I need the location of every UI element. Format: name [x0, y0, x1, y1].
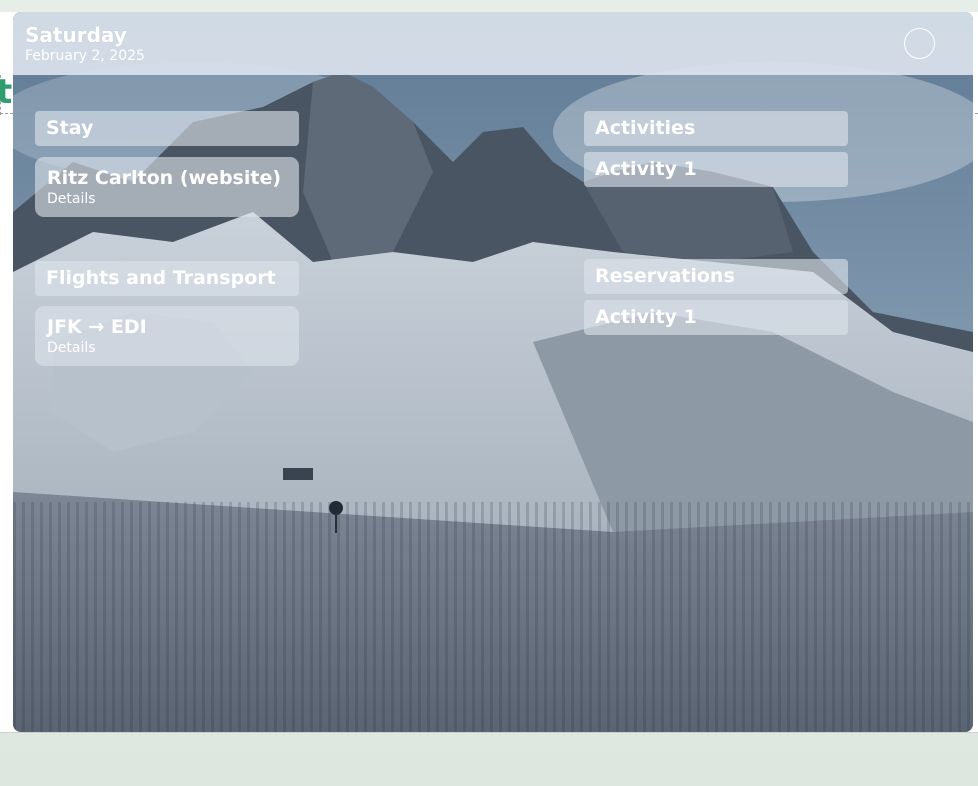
- flight-title[interactable]: JFK → EDI: [47, 314, 287, 340]
- underlying-page-title-fragment: t: [0, 72, 13, 112]
- modal-header: Saturday February 2, 2025: [13, 12, 973, 75]
- stay-title[interactable]: Ritz Carlton (website): [47, 165, 287, 191]
- reservation-item[interactable]: Activity 1: [584, 300, 848, 335]
- reservations-heading: Reservations: [584, 259, 848, 294]
- flight-details-link[interactable]: Details: [47, 340, 287, 356]
- close-circle-button[interactable]: [904, 28, 935, 59]
- day-detail-modal: Saturday February 2, 2025 Stay Ritz Carl…: [13, 12, 973, 732]
- day-title: Saturday: [25, 23, 127, 47]
- activity-item[interactable]: Activity 1: [584, 152, 848, 187]
- stay-details-link[interactable]: Details: [47, 191, 287, 207]
- flight-card[interactable]: JFK → EDI Details: [35, 306, 299, 366]
- activities-heading: Activities: [584, 111, 848, 146]
- stay-heading: Stay: [35, 111, 299, 146]
- date-subtitle: February 2, 2025: [25, 48, 145, 64]
- flights-heading: Flights and Transport: [35, 261, 299, 296]
- stay-card[interactable]: Ritz Carlton (website) Details: [35, 157, 299, 217]
